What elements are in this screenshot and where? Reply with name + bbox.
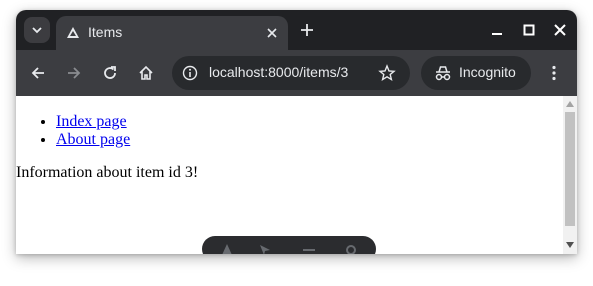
more-vert-icon — [552, 65, 556, 81]
home-icon — [139, 65, 153, 80]
toolbar: localhost:8000/items/3 Incognito — [16, 50, 577, 96]
inspect-icon[interactable] — [258, 243, 272, 254]
close-icon — [554, 24, 566, 36]
menu-button[interactable] — [548, 63, 560, 83]
info-icon[interactable] — [182, 65, 198, 81]
scroll-up-arrow-icon[interactable] — [566, 101, 574, 107]
arrow-left-icon — [31, 67, 44, 79]
url-text[interactable]: localhost:8000/items/3 — [209, 64, 348, 80]
minimize-icon — [492, 33, 502, 35]
tab-search-button[interactable] — [24, 17, 50, 43]
star-icon[interactable] — [378, 64, 396, 82]
astro-icon[interactable] — [220, 243, 234, 254]
close-window-button[interactable] — [552, 22, 568, 38]
incognito-icon — [435, 66, 451, 81]
reload-icon — [104, 66, 116, 79]
arrow-right-icon — [68, 67, 81, 79]
list-item: Index page — [56, 113, 130, 131]
maximize-icon — [523, 24, 535, 36]
item-info-text: Information about item id 3! — [16, 164, 199, 181]
address-bar[interactable]: localhost:8000/items/3 — [172, 56, 410, 90]
page-content: Index page About page Information about … — [16, 96, 577, 254]
forward-button[interactable] — [64, 63, 84, 83]
scroll-down-arrow-icon[interactable] — [566, 242, 574, 248]
browser-window: Items localhost:8000/items/3 Incognito •… — [16, 10, 577, 254]
home-button[interactable] — [136, 63, 156, 83]
favicon-icon — [67, 27, 79, 38]
scroll-thumb[interactable] — [565, 112, 575, 226]
back-button[interactable] — [28, 63, 48, 83]
reload-button[interactable] — [100, 63, 120, 83]
dev-toolbar[interactable] — [202, 236, 376, 254]
new-tab-button[interactable] — [298, 21, 316, 39]
chevron-down-icon — [32, 27, 42, 34]
close-icon — [267, 28, 277, 38]
gear-icon[interactable] — [344, 243, 358, 254]
maximize-button[interactable] — [521, 22, 537, 38]
minimize-button[interactable] — [489, 22, 505, 38]
incognito-chip[interactable]: Incognito — [421, 56, 531, 90]
title-bar: Items — [16, 10, 577, 50]
plus-icon — [301, 24, 313, 36]
list-item: About page — [56, 131, 130, 149]
tab-close-button[interactable] — [264, 25, 280, 41]
tab-items[interactable]: Items — [56, 16, 288, 50]
tab-title: Items — [88, 24, 123, 40]
scrollbar[interactable] — [563, 96, 577, 254]
nav-list: Index page About page — [56, 113, 130, 149]
incognito-label: Incognito — [459, 64, 516, 80]
index-page-link[interactable]: Index page — [56, 113, 127, 130]
audit-icon[interactable] — [302, 243, 316, 254]
about-page-link[interactable]: About page — [56, 131, 130, 148]
